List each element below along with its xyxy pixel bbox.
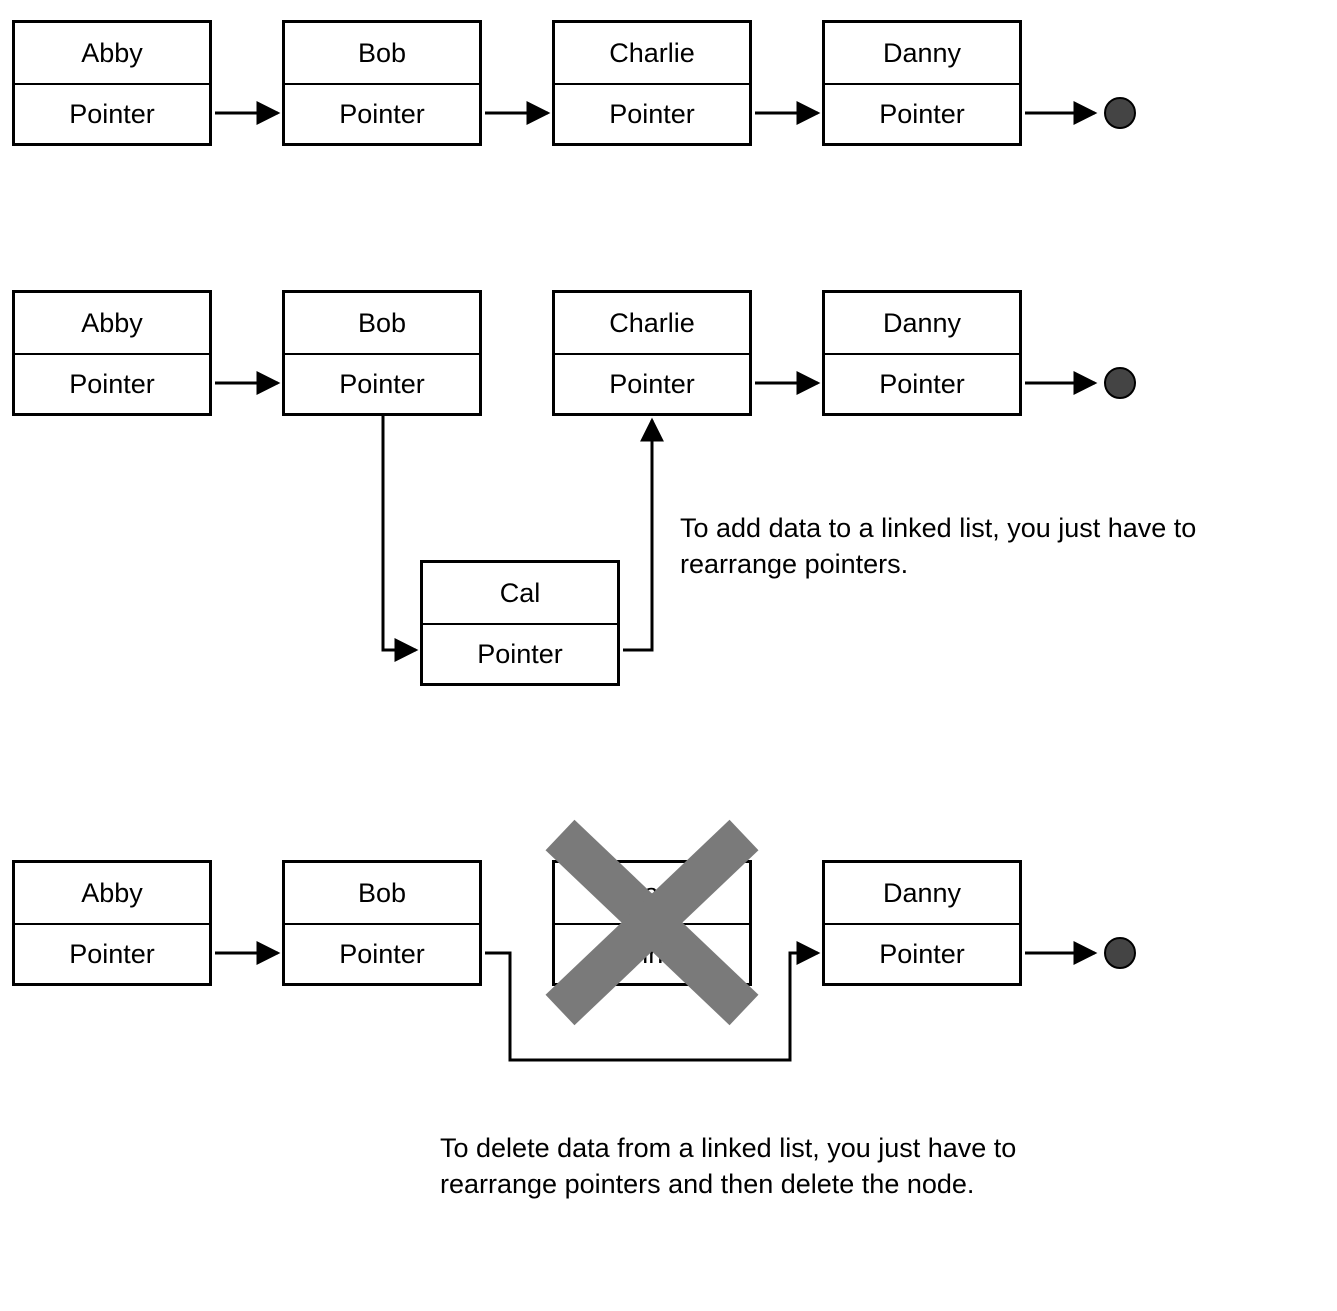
node-name: Bob [285, 293, 479, 353]
caption-add: To add data to a linked list, you just h… [680, 510, 1200, 583]
list-node-row3-0: Abby Pointer [12, 860, 212, 986]
node-pointer: Pointer [555, 923, 749, 983]
list-node-row3-1: Bob Pointer [282, 860, 482, 986]
caption-delete: To delete data from a linked list, you j… [440, 1130, 1120, 1203]
list-node-row3-3: Danny Pointer [822, 860, 1022, 986]
node-name: Charlie [555, 23, 749, 83]
null-terminator-icon [1105, 938, 1135, 968]
list-node-row2-3: Danny Pointer [822, 290, 1022, 416]
arrow-icon [623, 420, 652, 650]
list-node-row2-2: Charlie Pointer [552, 290, 752, 416]
list-node-row1-3: Danny Pointer [822, 20, 1022, 146]
node-name: Charlie [555, 863, 749, 923]
list-node-row3-2: Charlie Pointer [552, 860, 752, 986]
node-name: Bob [285, 23, 479, 83]
node-pointer: Pointer [285, 83, 479, 143]
node-pointer: Pointer [15, 923, 209, 983]
node-name: Charlie [555, 293, 749, 353]
node-name: Cal [423, 563, 617, 623]
list-node-row2-1: Bob Pointer [282, 290, 482, 416]
node-name: Abby [15, 23, 209, 83]
node-name: Danny [825, 863, 1019, 923]
node-pointer: Pointer [555, 83, 749, 143]
node-pointer: Pointer [825, 923, 1019, 983]
diagram-connectors [0, 0, 1337, 1311]
node-name: Danny [825, 293, 1019, 353]
list-node-insert: Cal Pointer [420, 560, 620, 686]
list-node-row1-2: Charlie Pointer [552, 20, 752, 146]
node-pointer: Pointer [825, 83, 1019, 143]
node-pointer: Pointer [285, 923, 479, 983]
node-pointer: Pointer [15, 353, 209, 413]
list-node-row1-0: Abby Pointer [12, 20, 212, 146]
list-node-row2-0: Abby Pointer [12, 290, 212, 416]
node-pointer: Pointer [285, 353, 479, 413]
node-pointer: Pointer [15, 83, 209, 143]
node-name: Bob [285, 863, 479, 923]
null-terminator-icon [1105, 98, 1135, 128]
node-pointer: Pointer [555, 353, 749, 413]
node-name: Abby [15, 293, 209, 353]
arrow-icon [383, 416, 416, 650]
node-name: Abby [15, 863, 209, 923]
null-terminator-icon [1105, 368, 1135, 398]
list-node-row1-1: Bob Pointer [282, 20, 482, 146]
node-pointer: Pointer [423, 623, 617, 683]
node-name: Danny [825, 23, 1019, 83]
node-pointer: Pointer [825, 353, 1019, 413]
